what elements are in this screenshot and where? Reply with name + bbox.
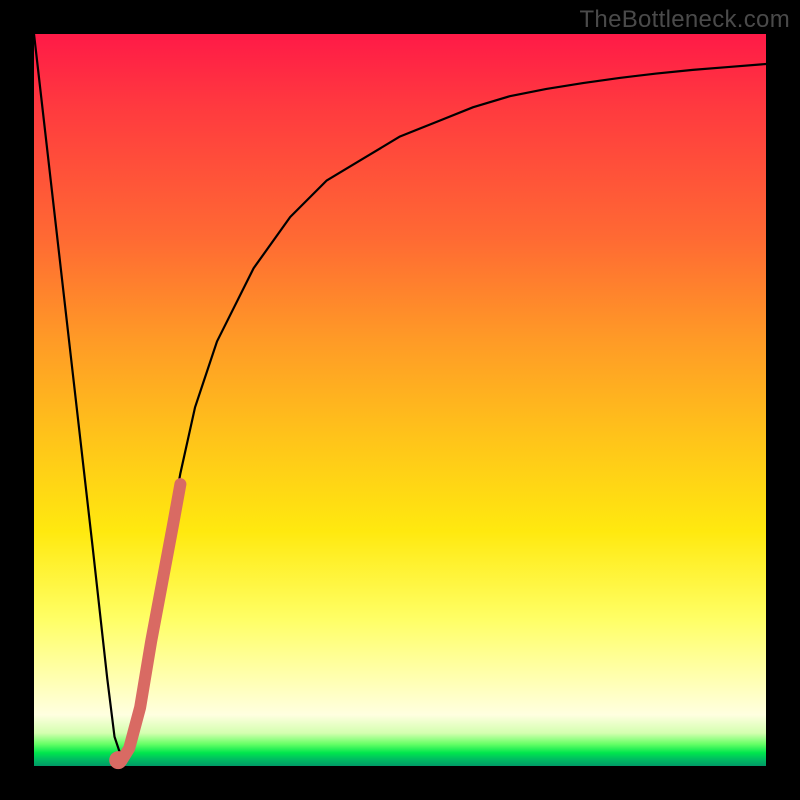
watermark-text: TheBottleneck.com: [579, 6, 790, 34]
bottleneck-marker: [109, 751, 127, 769]
chart-container: TheBottleneck.com: [0, 0, 800, 800]
chart-svg: [34, 34, 766, 766]
highlight-segment: [122, 484, 181, 760]
